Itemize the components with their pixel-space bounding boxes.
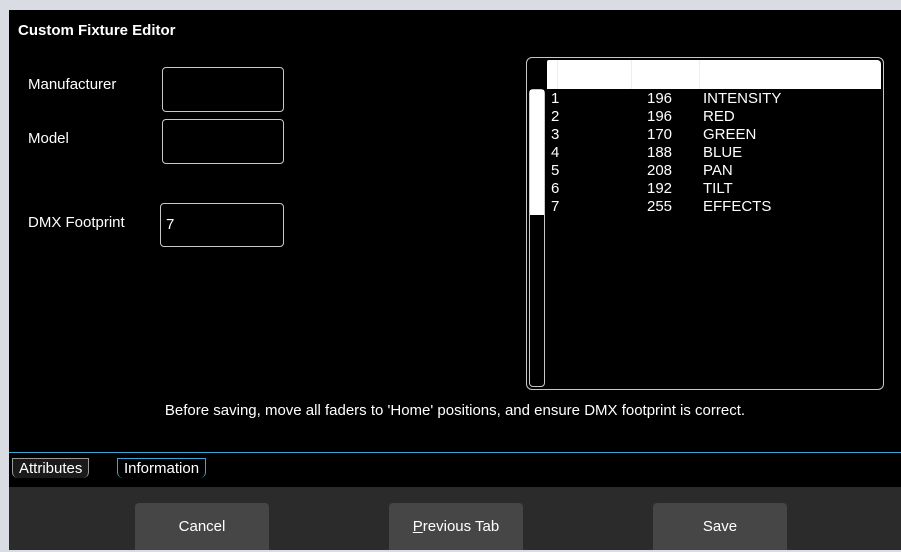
- channel-home-value: 196: [647, 108, 673, 125]
- mnemonic-underline: P: [412, 518, 423, 535]
- model-field[interactable]: [162, 119, 284, 164]
- save-button[interactable]: Save: [653, 503, 787, 550]
- channel-home-value: 196: [647, 90, 673, 107]
- table-row[interactable]: 2 196 RED: [551, 109, 871, 124]
- channel-number: 3: [551, 126, 560, 143]
- grid-header-cell: [557, 60, 558, 89]
- channel-name: INTENSITY: [703, 90, 782, 107]
- channel-grid[interactable]: 1 196 INTENSITY 2 196 RED 3 170 GREEN 4 …: [526, 57, 884, 390]
- channel-number: 4: [551, 144, 560, 161]
- channel-home-value: 170: [647, 126, 673, 143]
- dmx-footprint-label: DMX Footprint: [28, 214, 125, 231]
- previous-tab-label: revious Tab: [422, 518, 500, 535]
- channel-number: 6: [551, 180, 560, 197]
- custom-fixture-editor-window: Custom Fixture Editor Manufacturer Model…: [9, 10, 901, 550]
- manufacturer-label: Manufacturer: [28, 76, 117, 93]
- table-row[interactable]: 4 188 BLUE: [551, 145, 871, 160]
- table-row[interactable]: 7 255 EFFECTS: [551, 199, 871, 214]
- save-instructions-text: Before saving, move all faders to 'Home'…: [164, 402, 746, 419]
- dmx-footprint-field[interactable]: 7: [160, 203, 284, 247]
- cancel-button[interactable]: Cancel: [135, 503, 269, 550]
- channel-home-value: 208: [647, 162, 673, 179]
- channel-name: RED: [703, 108, 735, 125]
- channel-name: GREEN: [703, 126, 757, 143]
- row-selector-column[interactable]: [529, 89, 545, 387]
- row-selector-fill: [530, 90, 544, 215]
- previous-tab-button[interactable]: Previous Tab: [389, 503, 523, 550]
- channel-name: TILT: [703, 180, 733, 197]
- window-title: Custom Fixture Editor: [18, 22, 176, 39]
- channel-home-value: 188: [647, 144, 673, 161]
- channel-number: 1: [551, 90, 560, 107]
- channel-number: 5: [551, 162, 560, 179]
- model-label: Model: [28, 130, 69, 147]
- channel-name: BLUE: [703, 144, 743, 161]
- table-row[interactable]: 6 192 TILT: [551, 181, 871, 196]
- table-row[interactable]: 5 208 PAN: [551, 163, 871, 178]
- tab-attributes[interactable]: Attributes: [12, 458, 90, 478]
- grid-header-cell: [631, 60, 632, 89]
- tab-information[interactable]: Information: [117, 458, 207, 478]
- channel-name: EFFECTS: [703, 198, 772, 215]
- grid-header-cell: [699, 60, 700, 89]
- channel-name: PAN: [703, 162, 733, 179]
- channel-number: 2: [551, 108, 560, 125]
- channel-home-value: 255: [647, 198, 673, 215]
- channel-home-value: 192: [647, 180, 673, 197]
- manufacturer-field[interactable]: [162, 67, 284, 112]
- grid-header: [547, 60, 881, 89]
- channel-number: 7: [551, 198, 560, 215]
- table-row[interactable]: 1 196 INTENSITY: [551, 91, 871, 106]
- table-row[interactable]: 3 170 GREEN: [551, 127, 871, 142]
